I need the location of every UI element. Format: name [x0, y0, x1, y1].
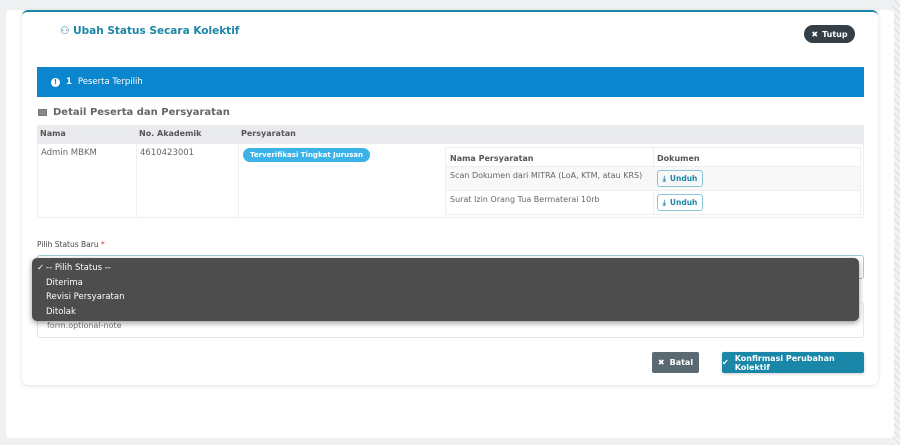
modal-title: ⚇ Ubah Status Secara Kolektif — [60, 25, 240, 37]
option-revisi[interactable]: Revisi Persyaratan — [32, 290, 859, 305]
download-icon: ⤓ — [662, 197, 666, 207]
col-nama: Nama — [40, 129, 66, 138]
cancel-button[interactable]: ✖ Batal — [652, 352, 699, 373]
option-diterima[interactable]: Diterima — [32, 276, 859, 291]
close-button[interactable]: ✖ Tutup — [804, 25, 855, 43]
users-cog-icon: ⚇ — [60, 25, 70, 37]
close-icon: ✖ — [811, 29, 819, 39]
cell-no-akademik: 4610423001 — [140, 148, 195, 158]
confirm-button[interactable]: ✔ Konfirmasi Perubahan Kolektif — [722, 352, 864, 373]
col-nama-persyaratan: Nama Persyaratan — [450, 154, 534, 163]
table-row: Admin MBKM 4610423001 Terverifikasi Ting… — [37, 143, 864, 218]
info-icon: ! — [51, 77, 60, 87]
requirement-row: Surat Izin Orang Tua Bermaterai 10rb ⤓ Un… — [446, 191, 860, 215]
status-label: Pilih Status Baru * — [37, 240, 105, 249]
option-ditolak[interactable]: Ditolak — [32, 305, 859, 320]
info-alert: ! 1 Peserta Terpilih — [37, 67, 864, 97]
table-icon — [38, 109, 47, 116]
download-button[interactable]: ⤓ Unduh — [657, 170, 703, 187]
section-title: Detail Peserta dan Persyaratan — [38, 107, 230, 118]
modal: ⚇ Ubah Status Secara Kolektif ✖ Tutup ! 1 P… — [22, 10, 878, 385]
requirements-table: Nama Persyaratan Dokumen Scan Dokumen da… — [445, 147, 861, 215]
download-button[interactable]: ⤓ Unduh — [657, 194, 703, 211]
close-icon: ✖ — [657, 358, 665, 367]
col-persyaratan: Persyaratan — [241, 129, 296, 138]
col-dokumen: Dokumen — [657, 154, 700, 163]
status-badge: Terverifikasi Tingkat Jurusan — [243, 148, 371, 162]
status-dropdown[interactable]: ✓ -- Pilih Status -- Diterima Revisi Pers… — [32, 258, 859, 321]
cell-nama: Admin MBKM — [41, 148, 97, 158]
check-icon: ✓ — [37, 263, 45, 273]
download-icon: ⤓ — [662, 173, 666, 183]
col-no-akademik: No. Akademik — [139, 129, 202, 138]
requirement-row: Scan Dokumen dari MITRA (LoA, KTM, atau … — [446, 167, 860, 191]
option-pilih-status[interactable]: ✓ -- Pilih Status -- — [32, 261, 859, 276]
check-icon: ✔ — [722, 358, 729, 367]
table-header: Nama No. Akademik Persyaratan — [37, 125, 864, 143]
